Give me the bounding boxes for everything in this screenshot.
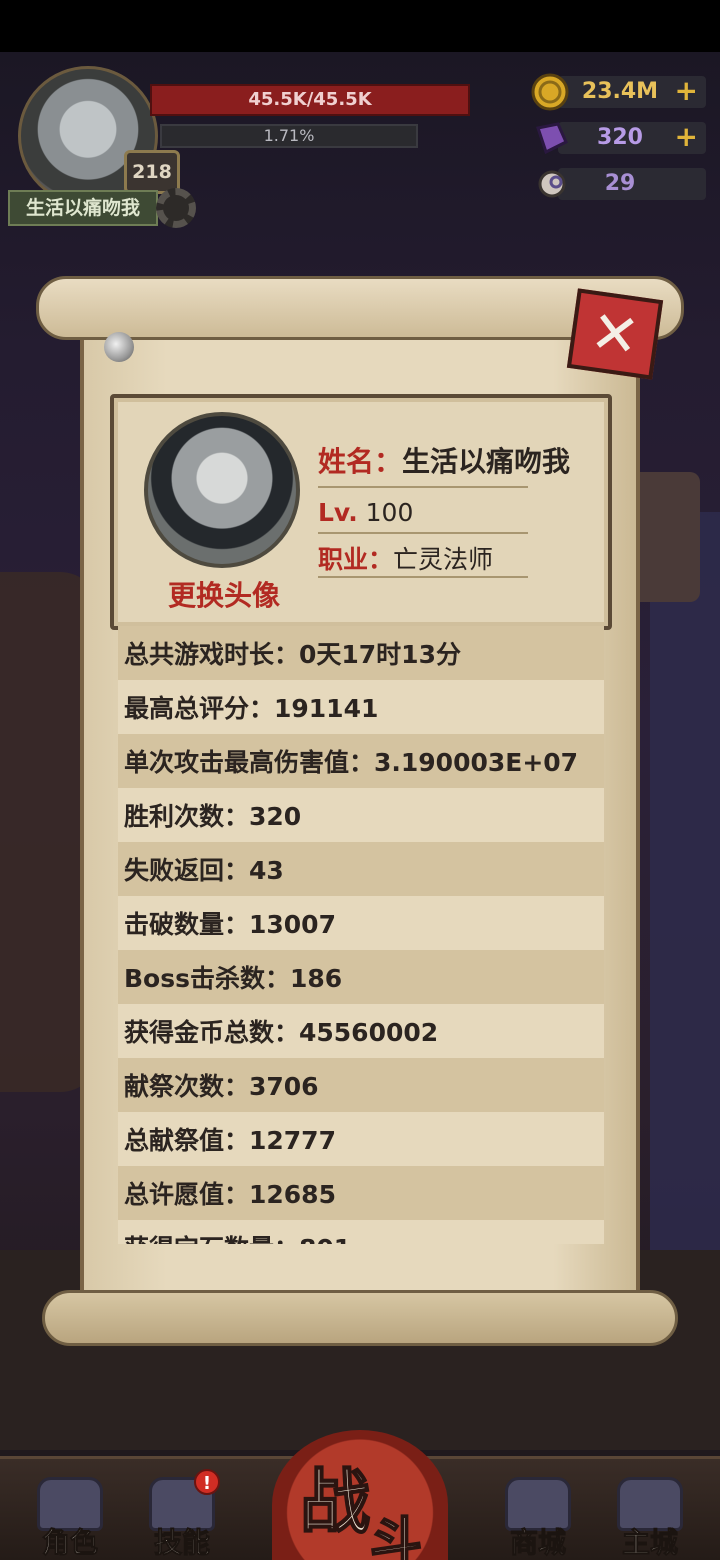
- gold-coin-icon: [530, 72, 570, 112]
- exp-text: 1.71%: [263, 126, 315, 145]
- player-name-plate: 生活以痛吻我: [8, 190, 158, 226]
- ram-skull-icon: [530, 164, 570, 204]
- gold-value: 23.4M: [581, 79, 659, 104]
- stat-best-score: 最高总评分：191141: [118, 680, 604, 734]
- stat-max-damage: 单次攻击最高伤害值：3.190003E+07: [118, 734, 604, 788]
- fight-label-1: 战: [299, 1460, 371, 1544]
- add-gold-button[interactable]: +: [675, 74, 698, 108]
- fight-label-2: 斗: [369, 1512, 423, 1560]
- stat-kills: 击破数量：13007: [118, 896, 604, 950]
- profile-job-row: 职业：亡灵法师: [318, 540, 493, 576]
- exp-bar: 1.71%: [160, 124, 418, 148]
- profile-level-row: Lv. 100: [318, 498, 413, 527]
- level-label: Lv.: [318, 498, 358, 527]
- gold-resource: 23.4M +: [530, 72, 706, 112]
- stat-sacrifice-value: 总献祭值：12777: [118, 1112, 604, 1166]
- nav-shop-button[interactable]: 商城: [486, 1465, 590, 1560]
- close-icon: ✕: [586, 296, 644, 372]
- close-button[interactable]: ✕: [566, 288, 664, 380]
- stat-wins: 胜利次数：320: [118, 788, 604, 842]
- stat-sacrifice-count: 献祭次数：3706: [118, 1058, 604, 1112]
- nav-city-label: 主城: [621, 1526, 678, 1560]
- crystal-resource: 320 +: [530, 118, 706, 158]
- nav-city-button[interactable]: 主城: [598, 1465, 702, 1560]
- ram-value: 29: [604, 171, 636, 196]
- profile-card: 更换头像 姓名：生活以痛吻我 Lv. 100 职业：亡灵法师: [110, 394, 612, 630]
- skill-alert-badge: !: [194, 1469, 220, 1495]
- name-label: 姓名：: [318, 445, 403, 478]
- stat-play-time: 总共游戏时长：0天17时13分: [118, 626, 604, 680]
- hp-text: 45.5K/45.5K: [248, 89, 372, 110]
- purple-crystal-icon: [530, 118, 570, 158]
- nav-role-button[interactable]: 角色: [18, 1465, 122, 1560]
- stat-wish-value: 总许愿值：12685: [118, 1166, 604, 1220]
- profile-name-row: 姓名：生活以痛吻我: [318, 440, 570, 480]
- change-avatar-button[interactable]: 更换头像: [154, 574, 294, 614]
- crystal-value: 320: [597, 125, 643, 150]
- nav-skill-button[interactable]: 技能 !: [130, 1465, 234, 1560]
- nav-shop-label: 商城: [509, 1526, 566, 1560]
- level-value: 100: [365, 498, 414, 527]
- ram-resource: 29: [530, 164, 706, 204]
- settings-gear-icon[interactable]: [156, 188, 196, 228]
- job-label: 职业：: [318, 545, 394, 574]
- stats-list[interactable]: 总共游戏时长：0天17时13分 最高总评分：191141 单次攻击最高伤害值：3…: [118, 626, 604, 1244]
- profile-avatar[interactable]: [144, 412, 300, 568]
- stat-failures: 失败返回：43: [118, 842, 604, 896]
- name-value: 生活以痛吻我: [402, 445, 571, 478]
- stat-gems: 获得宝石数量：801: [118, 1220, 604, 1244]
- nav-skill-label: 技能: [153, 1526, 210, 1560]
- divider: [318, 576, 528, 578]
- add-crystal-button[interactable]: +: [675, 120, 698, 154]
- hp-bar: 45.5K/45.5K: [150, 84, 470, 116]
- stat-total-gold: 获得金币总数：45560002: [118, 1004, 604, 1058]
- divider: [318, 532, 528, 534]
- nav-role-label: 角色: [41, 1526, 98, 1560]
- pin-icon: [104, 332, 134, 362]
- stat-boss-kills: Boss击杀数：186: [118, 950, 604, 1004]
- divider: [318, 486, 528, 488]
- job-value: 亡灵法师: [393, 545, 494, 574]
- scroll-bottom-roll: [42, 1290, 678, 1346]
- background-cliff: [650, 512, 720, 1332]
